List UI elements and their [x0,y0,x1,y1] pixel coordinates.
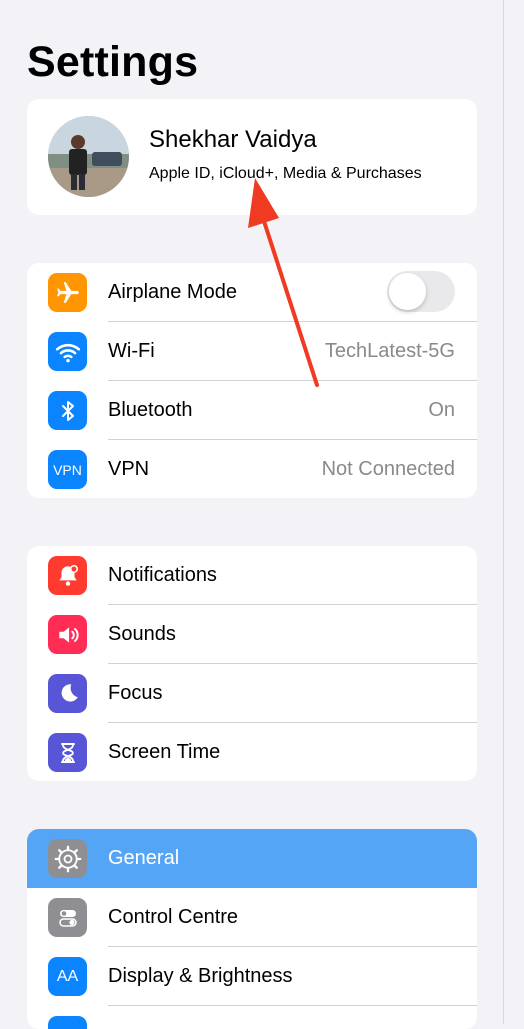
settings-row-display-brightness[interactable]: AA Display & Brightness [27,947,477,1006]
toggles-icon [48,898,87,937]
notifications-group: Notifications Sounds Focus Screen Time [27,546,477,781]
settings-row-label: Focus [108,682,163,704]
settings-row-value: On [428,399,455,421]
profile-name: Shekhar Vaidya [149,126,317,153]
display-icon-text: AA [56,967,79,985]
wifi-icon [48,332,87,371]
settings-row-label: Wi-Fi [108,340,155,362]
settings-row-label: Display & Brightness [108,965,293,987]
display-brightness-icon: AA [48,957,87,996]
settings-row-sounds[interactable]: Sounds [27,605,477,664]
vpn-icon: VPN [48,450,87,489]
settings-row-bluetooth[interactable]: Bluetooth On [27,381,477,440]
settings-row-label: Notifications [108,564,217,586]
partial-row-icon [48,1016,87,1029]
settings-row-value: Not Connected [321,458,455,480]
settings-row-vpn[interactable]: VPN VPN Not Connected [27,440,477,498]
moon-icon [48,674,87,713]
settings-row-label: General [108,847,180,869]
settings-row-label: VPN [108,458,150,480]
detail-pane [504,0,524,1024]
settings-row-label: Bluetooth [108,399,193,421]
notifications-bell-icon [48,556,87,595]
apple-id-profile-card[interactable]: Shekhar Vaidya Apple ID, iCloud+, Media … [27,99,477,215]
settings-row-control-centre[interactable]: Control Centre [27,888,477,947]
toggle-knob [389,273,426,310]
settings-row-airplane-mode[interactable]: Airplane Mode [27,263,477,322]
hourglass-icon [48,733,87,772]
connectivity-group: Airplane Mode Wi-Fi TechLatest-5G Blueto… [27,263,477,498]
vpn-icon-text: VPN [53,461,82,478]
settings-row-partial[interactable] [27,1006,477,1029]
airplane-icon [48,273,87,312]
settings-row-value: TechLatest-5G [324,340,455,362]
profile-subtitle: Apple ID, iCloud+, Media & Purchases [149,165,422,182]
avatar [48,116,129,197]
settings-row-screen-time[interactable]: Screen Time [27,723,477,781]
settings-row-label: Control Centre [108,906,239,928]
settings-row-notifications[interactable]: Notifications [27,546,477,605]
settings-row-label: Airplane Mode [108,281,237,303]
gear-icon [48,839,87,878]
settings-row-focus[interactable]: Focus [27,664,477,723]
page-title: Settings [27,38,199,86]
bluetooth-icon [48,391,87,430]
settings-row-general[interactable]: General [27,829,477,888]
airplane-mode-toggle[interactable] [387,271,455,312]
speaker-icon [48,615,87,654]
general-group: General Control Centre AA Display & Brig… [27,829,477,1029]
settings-row-label: Screen Time [108,741,221,763]
pane-divider [503,0,504,1024]
settings-row-label: Sounds [108,623,176,645]
settings-row-wifi[interactable]: Wi-Fi TechLatest-5G [27,322,477,381]
